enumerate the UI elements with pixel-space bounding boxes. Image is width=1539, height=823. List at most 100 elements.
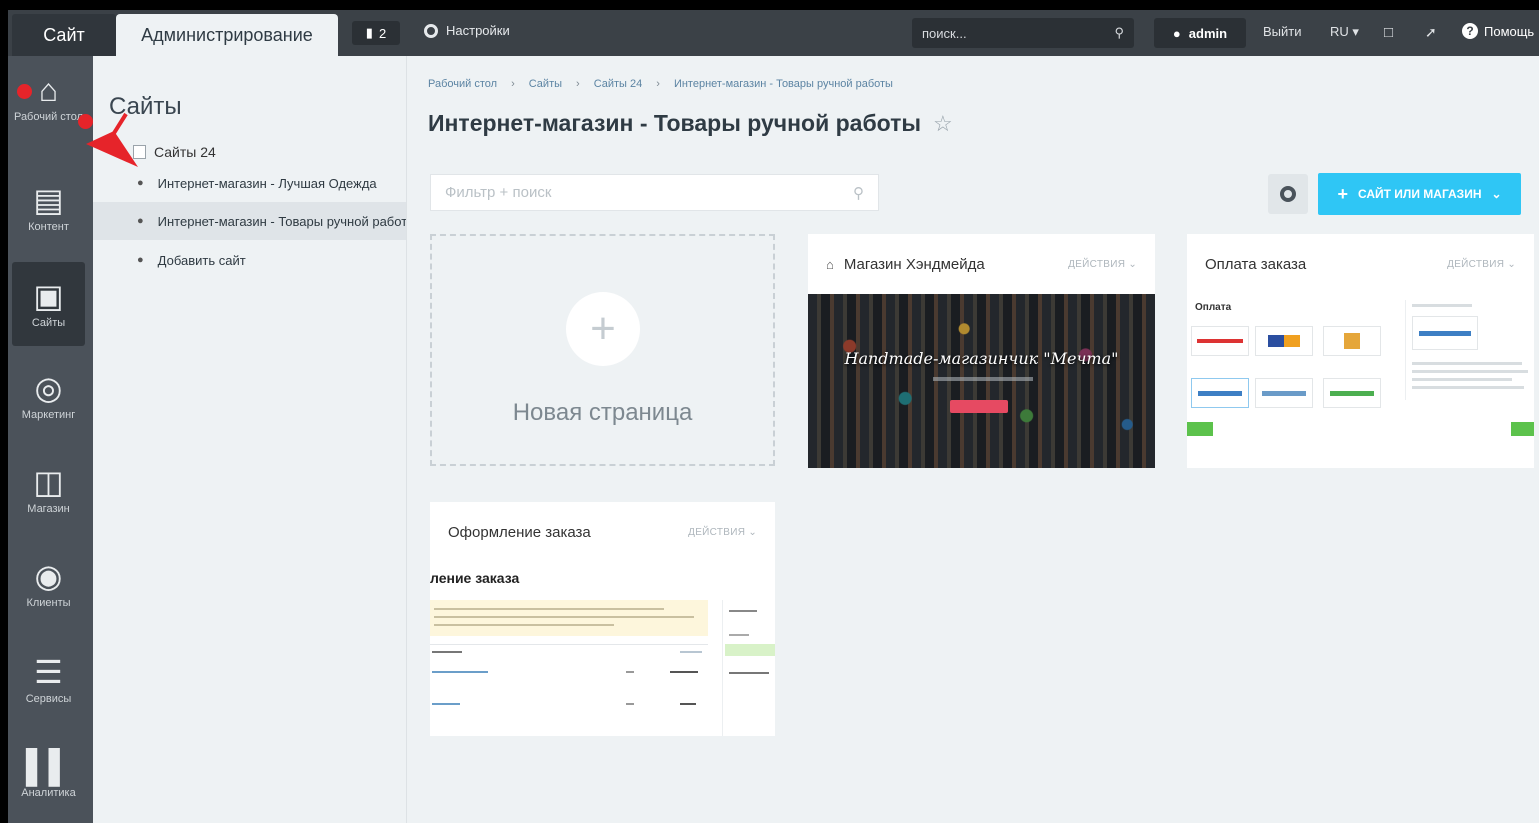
search-icon[interactable]: ⚲ bbox=[853, 184, 864, 202]
menu-label: Аналитика bbox=[21, 787, 76, 799]
user-menu-button[interactable]: ● admin bbox=[1154, 18, 1246, 48]
menu-label: Магазин bbox=[27, 503, 70, 515]
basket-icon: ◫ bbox=[33, 464, 64, 500]
tree-item-handmade-store[interactable]: ● Интернет-магазин - Товары ручной работ… bbox=[93, 202, 406, 240]
breadcrumb-item[interactable]: Интернет-магазин - Товары ручной работы bbox=[674, 78, 893, 90]
tree-item-add-site[interactable]: ● Добавить сайт bbox=[93, 241, 406, 279]
notification-icon: ▮ bbox=[365, 25, 373, 40]
page-preview-image: ление заказа bbox=[430, 562, 775, 736]
filter-placeholder: Фильтр + поиск bbox=[445, 184, 552, 201]
menu-item-marketing[interactable]: ◎ Маркетинг bbox=[12, 354, 85, 438]
payment-method-tile bbox=[1255, 378, 1313, 408]
payment-info-column bbox=[1405, 300, 1534, 400]
preview-notice bbox=[430, 600, 708, 636]
tree-item-label: Добавить сайт bbox=[157, 252, 246, 268]
menu-label: Сайты bbox=[31, 317, 66, 329]
menu-label: Контент bbox=[28, 221, 69, 233]
card-actions-menu[interactable]: ДЕЙСТВИЯ ⌄ bbox=[688, 527, 757, 538]
bullet-icon: ● bbox=[137, 254, 144, 266]
clients-icon: ◉ bbox=[34, 558, 63, 594]
user-name: admin bbox=[1188, 25, 1228, 41]
card-title: Оплата заказа bbox=[1205, 255, 1307, 273]
menu-label: Рабочий стол bbox=[13, 111, 84, 123]
payment-method-tile bbox=[1191, 326, 1249, 356]
page-card-payment[interactable]: Оплата заказа ДЕЙСТВИЯ ⌄ Оплата bbox=[1187, 234, 1534, 468]
search-input[interactable]: поиск... ⚲ bbox=[912, 18, 1134, 48]
menu-item-sites[interactable]: ▣ Сайты bbox=[12, 262, 85, 346]
add-site-or-store-button[interactable]: + САЙТ ИЛИ МАГАЗИН ⌄ bbox=[1318, 173, 1521, 215]
sites-icon: ▣ bbox=[33, 278, 64, 314]
payment-method-tile bbox=[1323, 378, 1381, 408]
bar-chart-icon: ▌▌ bbox=[25, 748, 72, 784]
page-card-checkout[interactable]: Оформление заказа ДЕЙСТВИЯ ⌄ ление заказ… bbox=[430, 502, 775, 736]
tab-site[interactable]: Сайт bbox=[12, 14, 116, 56]
card-title: Магазин Хэндмейда bbox=[843, 255, 985, 273]
user-icon: ● bbox=[1172, 25, 1181, 41]
tree-item-label: Интернет-магазин - Товары ручной работы bbox=[157, 213, 406, 229]
notifications-count: 2 bbox=[378, 25, 387, 41]
settings-link[interactable]: Настройки bbox=[424, 23, 510, 38]
preview-green-button bbox=[1511, 422, 1534, 436]
new-page-label: Новая страница bbox=[512, 399, 693, 426]
language-value: RU bbox=[1330, 24, 1349, 39]
star-icon[interactable]: ☆ bbox=[933, 111, 953, 137]
gear-icon bbox=[1280, 186, 1296, 202]
logout-link[interactable]: Выйти bbox=[1263, 24, 1302, 39]
home-icon: ⌂ bbox=[38, 72, 59, 108]
preview-green-button bbox=[1187, 422, 1213, 436]
payment-method-tile bbox=[1323, 326, 1381, 356]
notifications-button[interactable]: ▮ 2 bbox=[352, 21, 400, 45]
top-bar: Сайт Администрирование ▮ 2 Настройки пои… bbox=[8, 10, 1539, 56]
card-header: Оплата заказа ДЕЙСТВИЯ ⌄ bbox=[1187, 234, 1534, 294]
preview-order-table bbox=[430, 644, 708, 735]
card-title: Оформление заказа bbox=[448, 523, 591, 541]
window-icon[interactable]: □ bbox=[1384, 24, 1393, 41]
new-page-card[interactable]: + Новая страница bbox=[430, 234, 775, 466]
filter-search-input[interactable]: Фильтр + поиск ⚲ bbox=[430, 174, 879, 211]
menu-item-shop[interactable]: ◫ Магазин bbox=[12, 448, 85, 532]
annotation-arrow bbox=[86, 112, 138, 167]
menu-item-clients[interactable]: ◉ Клиенты bbox=[12, 542, 85, 626]
menu-item-analytics[interactable]: ▌▌ Аналитика bbox=[12, 732, 85, 816]
plus-icon: + bbox=[1337, 183, 1348, 204]
help-icon: ? bbox=[1462, 23, 1478, 39]
annotation-marker bbox=[17, 84, 32, 99]
help-link[interactable]: ? Помощь bbox=[1462, 23, 1534, 39]
main-content: Рабочий стол › Сайты › Сайты 24 › Интерн… bbox=[406, 56, 1539, 823]
menu-label: Клиенты bbox=[26, 597, 71, 609]
menu-label: Сервисы bbox=[25, 693, 72, 705]
target-icon: ◎ bbox=[34, 370, 63, 406]
tab-administration[interactable]: Администрирование bbox=[116, 14, 338, 56]
settings-label: Настройки bbox=[446, 23, 510, 38]
menu-label: Маркетинг bbox=[21, 409, 76, 421]
menu-item-content[interactable]: ▤ Контент bbox=[12, 166, 85, 250]
page-title-text: Интернет-магазин - Товары ручной работы bbox=[428, 110, 922, 136]
preview-subtitle bbox=[933, 377, 1033, 381]
tree-item-label: Интернет-магазин - Лучшая Одежда bbox=[157, 175, 377, 191]
menu-item-services[interactable]: ☰ Сервисы bbox=[12, 638, 85, 722]
language-select[interactable]: RU ▾ bbox=[1330, 24, 1359, 40]
payment-method-tile bbox=[1255, 326, 1313, 356]
pin-icon[interactable]: ➚ bbox=[1425, 24, 1437, 41]
layers-icon: ☰ bbox=[34, 654, 63, 690]
breadcrumb-item[interactable]: Сайты 24 bbox=[594, 78, 643, 90]
page-preview-image: Оплата bbox=[1187, 294, 1534, 468]
breadcrumb-item[interactable]: Рабочий стол bbox=[428, 78, 497, 90]
page-title: Интернет-магазин - Товары ручной работы … bbox=[428, 110, 953, 137]
page-preview-image: Handmade-магазинчик "Мечта" bbox=[808, 294, 1155, 468]
card-actions-menu[interactable]: ДЕЙСТВИЯ ⌄ bbox=[1068, 259, 1137, 270]
settings-button[interactable] bbox=[1268, 174, 1308, 214]
card-actions-menu[interactable]: ДЕЙСТВИЯ ⌄ bbox=[1447, 259, 1516, 270]
search-icon[interactable]: ⚲ bbox=[1114, 25, 1124, 41]
gear-icon bbox=[424, 23, 438, 38]
add-button-label: САЙТ ИЛИ МАГАЗИН bbox=[1357, 187, 1482, 201]
bullet-icon: ● bbox=[137, 215, 144, 227]
breadcrumb-separator: › bbox=[656, 78, 660, 90]
card-header: ⌂ Магазин Хэндмейда ДЕЙСТВИЯ ⌄ bbox=[808, 234, 1155, 294]
breadcrumb-item[interactable]: Сайты bbox=[529, 78, 562, 90]
home-icon: ⌂ bbox=[826, 256, 834, 272]
page-card-handmade-store[interactable]: ⌂ Магазин Хэндмейда ДЕЙСТВИЯ ⌄ Handmade-… bbox=[808, 234, 1155, 468]
preview-button bbox=[950, 400, 1008, 413]
plus-icon: + bbox=[566, 292, 640, 366]
breadcrumb-separator: › bbox=[511, 78, 515, 90]
